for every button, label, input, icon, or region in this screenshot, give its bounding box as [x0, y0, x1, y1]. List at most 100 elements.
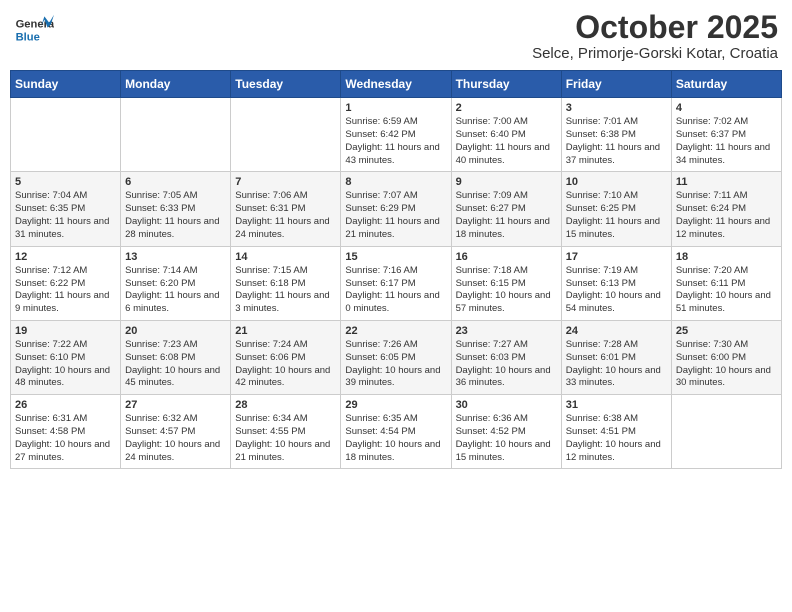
day-info: Sunrise: 7:15 AMSunset: 6:18 PMDaylight:… — [235, 265, 336, 316]
calendar-day-cell: 2Sunrise: 7:00 AMSunset: 6:40 PMDaylight… — [451, 98, 561, 172]
calendar-day-cell: 11 Sunrise: 7:11 AMSunset: 6:24 PMDayligh… — [671, 172, 781, 246]
day-number: 7 — [235, 176, 336, 188]
day-info: Sunrise: 7:20 AMSunset: 6:11 PMDaylight:… — [676, 265, 777, 316]
calendar-day-cell: 10 Sunrise: 7:10 AMSunset: 6:25 PMDayligh… — [561, 172, 671, 246]
day-info: Sunrise: 6:36 AMSunset: 4:52 PMDaylight:… — [456, 413, 557, 464]
logo-icon: General Blue — [14, 10, 54, 50]
weekday-header-row: SundayMondayTuesdayWednesdayThursdayFrid… — [11, 71, 782, 98]
calendar-week-row: 1Sunrise: 6:59 AMSunset: 6:42 PMDaylight… — [11, 98, 782, 172]
day-info: Sunrise: 6:32 AMSunset: 4:57 PMDaylight:… — [125, 413, 226, 464]
calendar-day-cell: 21 Sunrise: 7:24 AMSunset: 6:06 PMDayligh… — [231, 320, 341, 394]
day-number: 21 — [235, 325, 336, 337]
day-info: Sunrise: 7:04 AMSunset: 6:35 PMDaylight:… — [15, 190, 116, 241]
day-info: Sunrise: 6:34 AMSunset: 4:55 PMDaylight:… — [235, 413, 336, 464]
day-number: 23 — [456, 325, 557, 337]
page-title: October 2025 — [532, 10, 778, 45]
day-number: 19 — [15, 325, 116, 337]
day-number: 13 — [125, 251, 226, 263]
day-number: 6 — [125, 176, 226, 188]
day-info: Sunrise: 7:16 AMSunset: 6:17 PMDaylight:… — [345, 265, 446, 316]
calendar-day-cell: 12 Sunrise: 7:12 AMSunset: 6:22 PMDayligh… — [11, 246, 121, 320]
day-number: 9 — [456, 176, 557, 188]
day-info: Sunrise: 7:07 AMSunset: 6:29 PMDaylight:… — [345, 190, 446, 241]
day-info: Sunrise: 7:01 AMSunset: 6:38 PMDaylight:… — [566, 116, 667, 167]
weekday-header: Saturday — [671, 71, 781, 98]
calendar-day-cell: 25Sunrise: 7:30 AMSunset: 6:00 PMDayligh… — [671, 320, 781, 394]
calendar-day-cell: 22Sunrise: 7:26 AMSunset: 6:05 PMDayligh… — [341, 320, 451, 394]
page-header: General Blue October 2025 Selce, Primorj… — [10, 10, 782, 62]
calendar-day-cell: 5 Sunrise: 7:04 AMSunset: 6:35 PMDaylight… — [11, 172, 121, 246]
calendar-day-cell: 24Sunrise: 7:28 AMSunset: 6:01 PMDayligh… — [561, 320, 671, 394]
day-number: 22 — [345, 325, 446, 337]
calendar-day-cell: 31 Sunrise: 6:38 AMSunset: 4:51 PMDayligh… — [561, 395, 671, 469]
calendar-day-cell: 13 Sunrise: 7:14 AMSunset: 6:20 PMDayligh… — [121, 246, 231, 320]
calendar-day-cell: 16 Sunrise: 7:18 AMSunset: 6:15 PMDayligh… — [451, 246, 561, 320]
calendar-day-cell: 29 Sunrise: 6:35 AMSunset: 4:54 PMDayligh… — [341, 395, 451, 469]
day-info: Sunrise: 7:22 AMSunset: 6:10 PMDaylight:… — [15, 339, 116, 390]
day-info: Sunrise: 7:06 AMSunset: 6:31 PMDaylight:… — [235, 190, 336, 241]
day-info: Sunrise: 7:24 AMSunset: 6:06 PMDaylight:… — [235, 339, 336, 390]
day-info: Sunrise: 7:00 AMSunset: 6:40 PMDaylight:… — [456, 116, 557, 167]
day-info: Sunrise: 7:12 AMSunset: 6:22 PMDaylight:… — [15, 265, 116, 316]
day-info: Sunrise: 7:28 AMSunset: 6:01 PMDaylight:… — [566, 339, 667, 390]
day-number: 27 — [125, 399, 226, 411]
calendar-day-cell: 19 Sunrise: 7:22 AMSunset: 6:10 PMDayligh… — [11, 320, 121, 394]
day-number: 8 — [345, 176, 446, 188]
day-info: Sunrise: 7:19 AMSunset: 6:13 PMDaylight:… — [566, 265, 667, 316]
calendar-day-cell: 3 Sunrise: 7:01 AMSunset: 6:38 PMDaylight… — [561, 98, 671, 172]
calendar-day-cell: 26 Sunrise: 6:31 AMSunset: 4:58 PMDayligh… — [11, 395, 121, 469]
day-number: 28 — [235, 399, 336, 411]
weekday-header: Sunday — [11, 71, 121, 98]
calendar-week-row: 12 Sunrise: 7:12 AMSunset: 6:22 PMDayligh… — [11, 246, 782, 320]
day-number: 1 — [345, 102, 446, 114]
svg-text:Blue: Blue — [16, 31, 40, 43]
weekday-header: Friday — [561, 71, 671, 98]
calendar-day-cell: 15 Sunrise: 7:16 AMSunset: 6:17 PMDayligh… — [341, 246, 451, 320]
calendar-day-cell: 9Sunrise: 7:09 AMSunset: 6:27 PMDaylight… — [451, 172, 561, 246]
calendar-day-cell — [11, 98, 121, 172]
day-number: 5 — [15, 176, 116, 188]
weekday-header: Wednesday — [341, 71, 451, 98]
day-number: 12 — [15, 251, 116, 263]
calendar-week-row: 5 Sunrise: 7:04 AMSunset: 6:35 PMDaylight… — [11, 172, 782, 246]
calendar-day-cell: 18 Sunrise: 7:20 AMSunset: 6:11 PMDayligh… — [671, 246, 781, 320]
calendar-day-cell: 20Sunrise: 7:23 AMSunset: 6:08 PMDayligh… — [121, 320, 231, 394]
day-number: 4 — [676, 102, 777, 114]
day-info: Sunrise: 6:35 AMSunset: 4:54 PMDaylight:… — [345, 413, 446, 464]
day-number: 11 — [676, 176, 777, 188]
day-info: Sunrise: 6:31 AMSunset: 4:58 PMDaylight:… — [15, 413, 116, 464]
calendar-day-cell: 17 Sunrise: 7:19 AMSunset: 6:13 PMDayligh… — [561, 246, 671, 320]
day-number: 3 — [566, 102, 667, 114]
day-number: 14 — [235, 251, 336, 263]
day-number: 16 — [456, 251, 557, 263]
weekday-header: Thursday — [451, 71, 561, 98]
day-info: Sunrise: 7:14 AMSunset: 6:20 PMDaylight:… — [125, 265, 226, 316]
calendar-day-cell: 23 Sunrise: 7:27 AMSunset: 6:03 PMDayligh… — [451, 320, 561, 394]
day-info: Sunrise: 7:02 AMSunset: 6:37 PMDaylight:… — [676, 116, 777, 167]
day-info: Sunrise: 6:38 AMSunset: 4:51 PMDaylight:… — [566, 413, 667, 464]
calendar-day-cell — [671, 395, 781, 469]
day-number: 26 — [15, 399, 116, 411]
day-number: 29 — [345, 399, 446, 411]
day-info: Sunrise: 7:23 AMSunset: 6:08 PMDaylight:… — [125, 339, 226, 390]
day-info: Sunrise: 7:10 AMSunset: 6:25 PMDaylight:… — [566, 190, 667, 241]
day-number: 10 — [566, 176, 667, 188]
page-subtitle: Selce, Primorje-Gorski Kotar, Croatia — [532, 45, 778, 62]
day-number: 17 — [566, 251, 667, 263]
calendar-day-cell — [121, 98, 231, 172]
calendar-day-cell: 4 Sunrise: 7:02 AMSunset: 6:37 PMDaylight… — [671, 98, 781, 172]
day-info: Sunrise: 7:11 AMSunset: 6:24 PMDaylight:… — [676, 190, 777, 241]
day-number: 15 — [345, 251, 446, 263]
weekday-header: Tuesday — [231, 71, 341, 98]
day-info: Sunrise: 7:18 AMSunset: 6:15 PMDaylight:… — [456, 265, 557, 316]
calendar-week-row: 19 Sunrise: 7:22 AMSunset: 6:10 PMDayligh… — [11, 320, 782, 394]
day-info: Sunrise: 7:30 AMSunset: 6:00 PMDaylight:… — [676, 339, 777, 390]
calendar-day-cell — [231, 98, 341, 172]
logo: General Blue — [14, 10, 54, 50]
calendar-table: SundayMondayTuesdayWednesdayThursdayFrid… — [10, 70, 782, 469]
title-block: October 2025 Selce, Primorje-Gorski Kota… — [532, 10, 778, 62]
day-info: Sunrise: 7:05 AMSunset: 6:33 PMDaylight:… — [125, 190, 226, 241]
day-info: Sunrise: 7:27 AMSunset: 6:03 PMDaylight:… — [456, 339, 557, 390]
day-number: 18 — [676, 251, 777, 263]
day-number: 31 — [566, 399, 667, 411]
